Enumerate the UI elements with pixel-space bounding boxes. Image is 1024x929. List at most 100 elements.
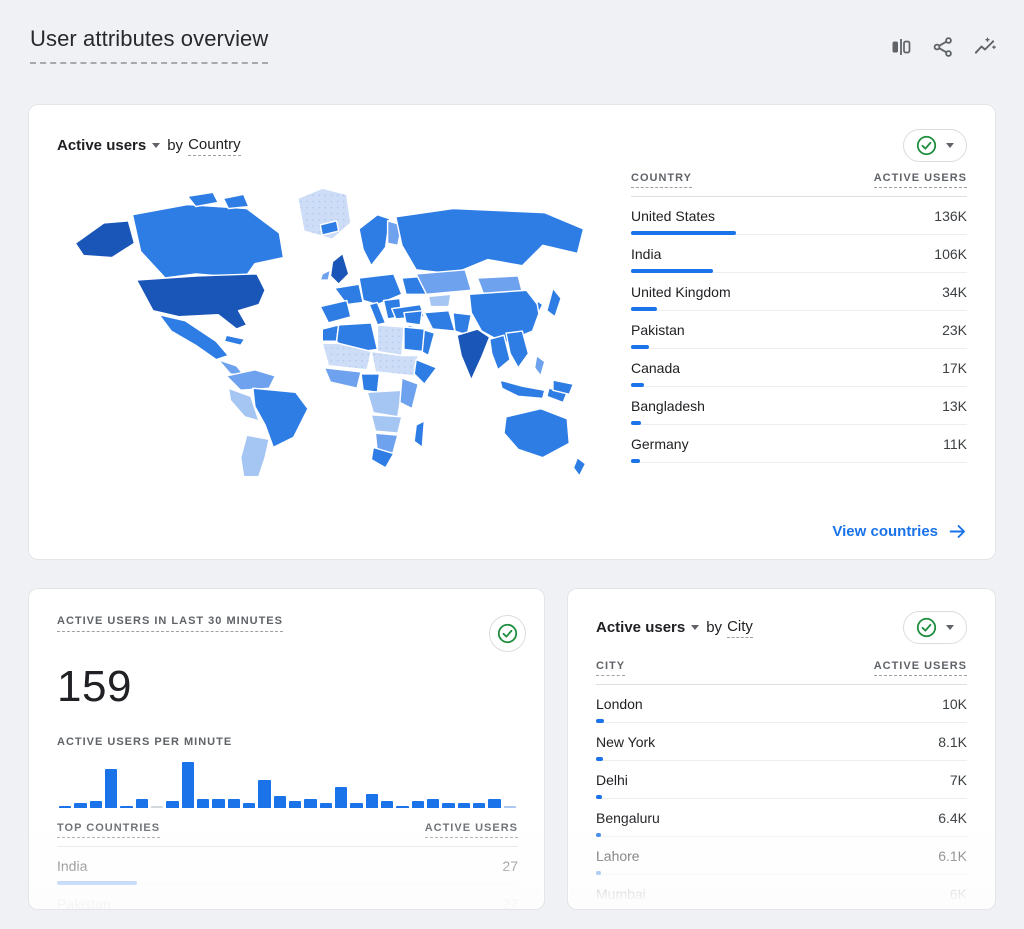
minute-bar (473, 803, 485, 808)
metric-selector[interactable]: Active users (57, 137, 146, 154)
minute-bar (442, 803, 454, 808)
minute-bar (182, 762, 194, 808)
row-value: 7K (950, 772, 967, 788)
minute-bar (151, 806, 163, 808)
minute-bar (427, 799, 439, 808)
active-users-by-city-card: Active users by City CITY ACTIVE USERS Lon… (567, 588, 996, 910)
table-row[interactable]: Delhi 7K (596, 761, 967, 799)
row-bar (631, 421, 967, 425)
minute-bar (228, 799, 240, 808)
row-label: Delhi (596, 772, 628, 788)
minute-bar (504, 806, 516, 808)
user-attributes-overview-page: User attributes overview (0, 0, 1024, 929)
table-row[interactable]: Pakistan27 (57, 885, 518, 910)
table-row[interactable]: Bengaluru6.4K (596, 799, 967, 837)
column-header-metric[interactable]: ACTIVE USERS (425, 822, 518, 838)
data-quality-button[interactable] (903, 129, 967, 162)
minute-bar (274, 796, 286, 808)
row-bar (596, 833, 967, 837)
row-value: 17K (942, 360, 967, 376)
row-bar (596, 719, 967, 723)
minute-bar (488, 799, 500, 808)
row-value: 27 (502, 858, 518, 874)
minute-bar (381, 801, 393, 808)
row-label: Mumbai (596, 886, 646, 902)
minute-bar (243, 803, 255, 808)
minute-bar (289, 801, 301, 808)
row-bar (631, 345, 967, 349)
world-choropleth-map[interactable] (57, 180, 609, 476)
view-countries-label: View countries (832, 523, 938, 540)
minute-bar (120, 806, 132, 808)
title-by: by (167, 137, 183, 154)
row-bar (596, 909, 967, 910)
caret-down-icon (946, 625, 954, 630)
table-row[interactable]: Canada 17K (631, 349, 967, 387)
table-row[interactable]: New York 8.1K (596, 723, 967, 761)
column-header-metric[interactable]: ACTIVE USERS (874, 172, 967, 188)
row-value: 13K (942, 398, 967, 414)
column-header-metric[interactable]: ACTIVE USERS (874, 660, 967, 676)
row-bar (596, 871, 967, 875)
row-label: New York (596, 734, 655, 750)
minute-bar (458, 803, 470, 808)
realtime-card: ACTIVE USERS IN LAST 30 MINUTES 159 ACTI… (28, 588, 545, 910)
table-row[interactable]: London10K (596, 685, 967, 723)
row-bar (57, 881, 518, 885)
row-label: United States (631, 208, 715, 224)
column-header-dimension[interactable]: COUNTRY (631, 172, 692, 188)
minute-bar (59, 806, 71, 808)
table-row[interactable]: India27 (57, 847, 518, 885)
minute-bar (90, 801, 102, 808)
table-row[interactable]: Pakistan23K (631, 311, 967, 349)
card-title-city: Active users by City (596, 618, 753, 638)
caret-down-icon (152, 143, 160, 148)
data-quality-button[interactable] (489, 615, 526, 652)
table-row[interactable]: United States136K (631, 197, 967, 235)
row-value: 11K (943, 436, 967, 452)
row-bar (631, 269, 967, 273)
table-row[interactable]: United Kingdom34K (631, 273, 967, 311)
data-quality-button[interactable] (903, 611, 967, 644)
check-circle-icon (497, 623, 518, 644)
row-label: Canada (631, 360, 680, 376)
dimension-selector[interactable]: Country (188, 136, 241, 156)
check-circle-icon (916, 135, 937, 156)
metric-selector[interactable]: Active users (596, 619, 685, 636)
row-value: 8.1K (938, 734, 967, 750)
row-bar (596, 795, 967, 799)
row-bar (631, 231, 967, 235)
caret-down-icon (691, 625, 699, 630)
share-icon[interactable] (930, 34, 956, 60)
minute-bar (212, 799, 224, 808)
table-row[interactable]: India106K (631, 235, 967, 273)
city-table: CITY ACTIVE USERS London10K New York 8.1K Del… (596, 660, 967, 910)
row-label: Bengaluru (596, 810, 660, 826)
column-header-dimension[interactable]: CITY (596, 660, 625, 676)
comparison-icon[interactable] (888, 34, 914, 60)
country-table: COUNTRYACTIVE USERSUnited States136KIndi… (631, 172, 967, 476)
column-header-dimension[interactable]: TOP COUNTRIES (57, 822, 160, 838)
row-value: 6K (950, 886, 967, 902)
row-label: Lahore (596, 848, 640, 864)
dimension-selector[interactable]: City (727, 618, 753, 638)
per-minute-label: ACTIVE USERS PER MINUTE (57, 736, 232, 748)
page-title: User attributes overview (30, 26, 268, 64)
minute-bar (350, 803, 362, 808)
active-users-by-country-card: Active users by Country (28, 104, 996, 560)
row-label: India (631, 246, 661, 262)
active-users-per-minute-chart[interactable] (59, 760, 516, 808)
card-title-country: Active users by Country (57, 136, 241, 156)
table-row[interactable]: Mumbai 6K (596, 875, 967, 910)
title-by: by (706, 619, 722, 636)
insights-icon[interactable] (972, 34, 998, 60)
minute-bar (136, 799, 148, 808)
table-row[interactable]: Germany11K (631, 425, 967, 463)
row-bar (596, 757, 967, 761)
table-row[interactable]: Lahore6.1K (596, 837, 967, 875)
table-row[interactable]: Bangladesh13K (631, 387, 967, 425)
row-bar (631, 383, 967, 387)
header-actions (888, 34, 998, 60)
minute-bar (304, 799, 316, 808)
view-countries-link[interactable]: View countries (832, 522, 967, 541)
